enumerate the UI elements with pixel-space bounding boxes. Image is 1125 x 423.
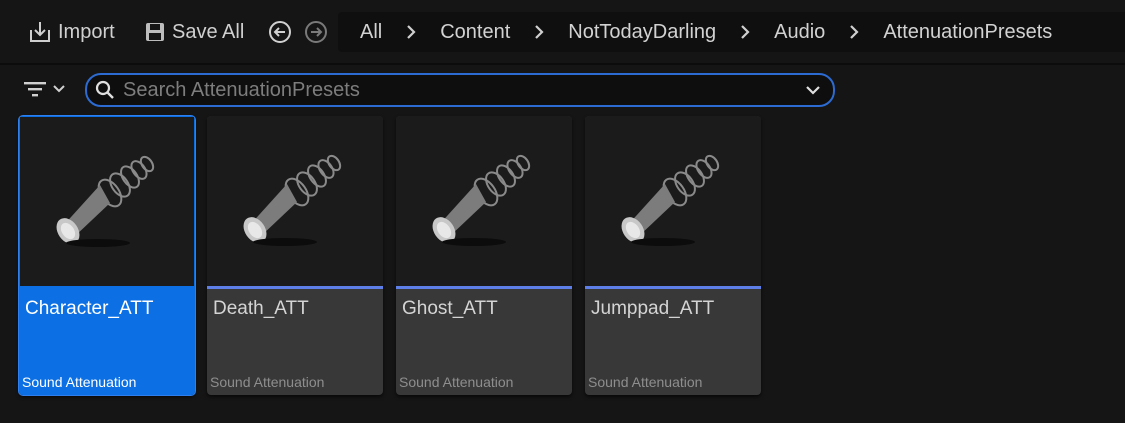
forward-button[interactable] (304, 20, 328, 44)
asset-name: Jumppad_ATT (591, 298, 715, 319)
asset-tile-jumppad-att[interactable]: Jumppad_ATT Sound Attenuation (585, 116, 761, 395)
asset-thumbnail (396, 116, 572, 286)
asset-tile-death-att[interactable]: Death_ATT Sound Attenuation (207, 116, 383, 395)
breadcrumb: All Content NotTodayDarling Audio Attenu… (338, 12, 1125, 52)
save-all-icon (144, 21, 166, 43)
breadcrumb-item-content[interactable]: Content (440, 21, 510, 44)
breadcrumb-item-audio[interactable]: Audio (774, 21, 825, 44)
asset-type-color-bar (585, 286, 761, 289)
search-box (85, 73, 835, 107)
import-icon (28, 20, 52, 44)
import-button[interactable]: Import (28, 17, 115, 47)
back-button[interactable] (268, 20, 292, 44)
search-input[interactable] (123, 76, 805, 104)
chevron-right-icon[interactable] (738, 22, 752, 42)
chevron-down-icon (53, 85, 65, 93)
search-icon (95, 80, 115, 100)
sound-attenuation-speaker-icon (56, 155, 155, 247)
asset-tile-ghost-att[interactable]: Ghost_ATT Sound Attenuation (396, 116, 572, 395)
breadcrumb-item-nottodaydarling[interactable]: NotTodayDarling (568, 21, 716, 44)
search-options-chevron-down-icon[interactable] (805, 85, 821, 95)
toolbar-divider (0, 63, 1125, 65)
asset-name: Character_ATT (25, 298, 154, 319)
chevron-right-icon[interactable] (532, 22, 546, 42)
content-browser-toolbar: Import Save All All Content NotTodayDarl… (0, 0, 1125, 63)
asset-tile-character-att[interactable]: Character_ATT Sound Attenuation (18, 115, 196, 396)
sound-attenuation-speaker-icon (432, 154, 531, 246)
filter-icon (24, 82, 46, 97)
asset-type-color-bar (207, 286, 383, 289)
save-all-button[interactable]: Save All (144, 17, 244, 47)
forward-arrow-icon (305, 21, 327, 43)
filter-dropdown-button[interactable] (24, 76, 74, 102)
asset-name: Death_ATT (213, 298, 309, 319)
asset-type: Sound Attenuation (210, 374, 325, 390)
breadcrumb-item-all[interactable]: All (360, 21, 382, 44)
sound-attenuation-speaker-icon (621, 154, 720, 246)
import-label: Import (58, 20, 115, 43)
chevron-right-icon[interactable] (404, 22, 418, 42)
asset-name: Ghost_ATT (402, 298, 498, 319)
asset-type-color-bar (396, 286, 572, 289)
asset-thumbnail (585, 116, 761, 286)
asset-type: Sound Attenuation (22, 374, 137, 390)
asset-type: Sound Attenuation (588, 374, 703, 390)
save-all-label: Save All (172, 20, 245, 43)
asset-type: Sound Attenuation (399, 374, 514, 390)
breadcrumb-item-attenuationpresets[interactable]: AttenuationPresets (883, 21, 1052, 44)
asset-thumbnail (20, 117, 194, 286)
back-arrow-icon (269, 21, 291, 43)
asset-thumbnail (207, 116, 383, 286)
asset-type-color-bar (19, 286, 195, 289)
chevron-right-icon[interactable] (847, 22, 861, 42)
sound-attenuation-speaker-icon (243, 154, 342, 246)
